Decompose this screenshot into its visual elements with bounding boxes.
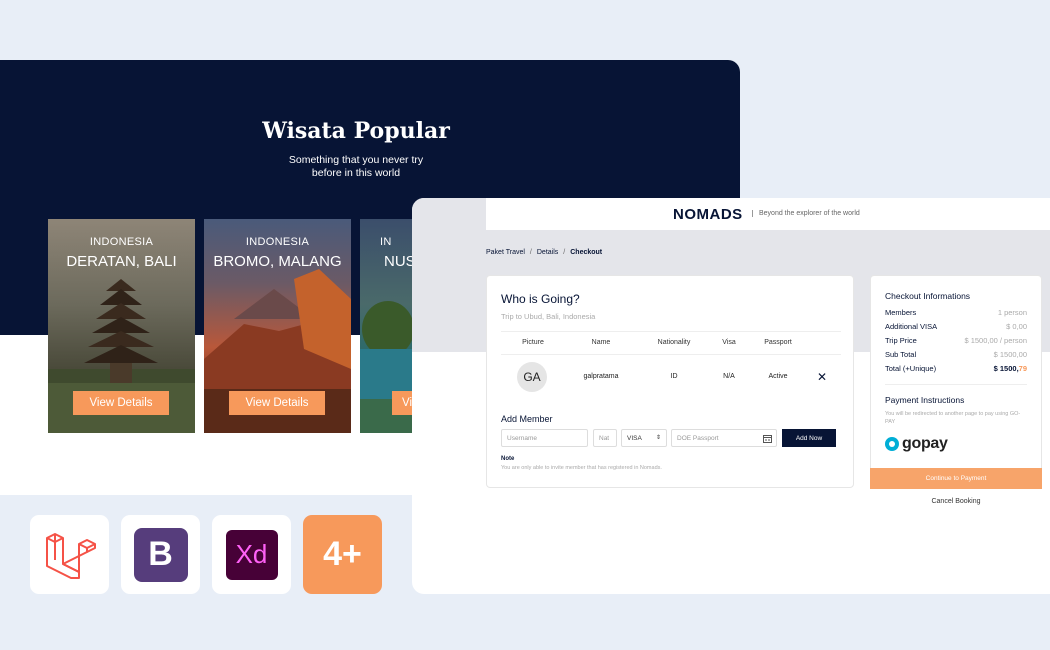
breadcrumb-separator: / [563, 249, 566, 256]
destination-name: BROMO, MALANG [213, 253, 342, 270]
trip-subtitle: Trip to Ubud, Bali, Indonesia [501, 312, 596, 321]
summary-value: 1 person [997, 308, 1027, 317]
summary-label: Additional VISA [885, 322, 938, 331]
continue-to-payment-button[interactable]: Continue to Payment [870, 468, 1042, 489]
divider [501, 354, 841, 355]
total-amount: $ 1500, [993, 364, 1019, 373]
divider [501, 331, 841, 332]
visa-select[interactable]: VISA ⇕ [621, 429, 667, 447]
breadcrumb-item[interactable]: Details [537, 249, 558, 256]
destination-card[interactable]: INDONESIA DERATAN, BALI View Details [48, 219, 195, 433]
add-member-title: Add Member [501, 414, 553, 424]
checkout-page: NOMADS Beyond the explorer of the world … [412, 198, 1050, 594]
destination-name: DERATAN, BALI [66, 253, 177, 270]
column-header: Nationality [657, 339, 691, 346]
gopay-text: gopay [902, 435, 948, 452]
column-header: Visa [722, 339, 736, 346]
hero-subtitle: Something that you never try before in t… [288, 154, 424, 179]
summary-row: Additional VISA $ 0,00 [885, 322, 1027, 331]
nationality-input[interactable]: Nat [593, 429, 617, 447]
member-visa: N/A [723, 373, 735, 380]
destination-card[interactable]: INDONESIA BROMO, MALANG View Details [204, 219, 351, 433]
avatar: GA [517, 362, 547, 392]
gopay-icon [885, 437, 899, 451]
members-card: Who is Going? Trip to Ubud, Bali, Indone… [486, 275, 854, 488]
summary-value: $ 1500,00 / person [964, 336, 1027, 345]
destination-country: INDONESIA [245, 236, 310, 248]
members-title: Who is Going? [501, 292, 580, 306]
laravel-badge [30, 515, 109, 594]
divider [885, 384, 1027, 385]
passport-placeholder: DOE Passport [677, 435, 719, 442]
summary-label: Sub Total [885, 350, 917, 359]
breadcrumb-active: Checkout [570, 249, 603, 256]
note-text: You are only able to invite member that … [501, 465, 662, 471]
laravel-icon [45, 532, 96, 579]
bootstrap-icon: B [133, 527, 188, 582]
visa-select-value: VISA [627, 435, 642, 442]
adobe-xd-badge: Xd [212, 515, 291, 594]
more-count: 4+ [323, 535, 362, 573]
gopay-logo: gopay [885, 435, 948, 453]
member-name: galpratama [583, 373, 619, 380]
total-value: $ 1500,79 [994, 364, 1027, 373]
calendar-icon[interactable] [763, 434, 772, 443]
summary-row: Members 1 person [885, 308, 1027, 317]
summary-row: Sub Total $ 1500,00 [885, 350, 1027, 359]
note-title: Note [501, 456, 515, 462]
summary-title: Checkout Informations [885, 291, 971, 301]
summary-row: Trip Price $ 1500,00 / person [885, 336, 1027, 345]
total-label: Total (+Unique) [885, 364, 937, 373]
nomads-logo[interactable]: NOMADS [673, 206, 743, 223]
username-input[interactable]: Username [501, 429, 588, 447]
destination-card[interactable]: IN NUS Vi [360, 219, 420, 433]
summary-total-row: Total (+Unique) $ 1500,79 [885, 364, 1027, 373]
payment-instructions-title: Payment Instructions [885, 395, 965, 405]
destination-country: INDONESIA [89, 236, 154, 248]
top-navbar: NOMADS Beyond the explorer of the world [486, 198, 1050, 230]
column-header: Name [591, 339, 611, 346]
payment-info: You will be redirected to another page t… [885, 411, 1021, 425]
add-now-button[interactable]: Add Now [782, 429, 836, 447]
total-unique: 79 [1018, 364, 1027, 373]
summary-label: Members [885, 308, 917, 317]
checkout-summary-card: Checkout Informations Members 1 person Ad… [870, 275, 1042, 488]
summary-value: $ 1500,00 [993, 350, 1027, 359]
summary-value: $ 0,00 [1006, 322, 1027, 331]
breadcrumb: Paket Travel / Details / Checkout [486, 249, 602, 256]
summary-label: Trip Price [885, 336, 917, 345]
view-details-button[interactable]: View Details [229, 391, 325, 415]
breadcrumb-item[interactable]: Paket Travel [486, 249, 525, 256]
adobe-xd-icon: Xd [225, 529, 278, 580]
nav-tagline: Beyond the explorer of the world [752, 210, 860, 217]
member-nationality: ID [670, 373, 678, 380]
cancel-booking-link[interactable]: Cancel Booking [870, 498, 1042, 505]
view-details-button[interactable]: View Details [73, 391, 169, 415]
breadcrumb-separator: / [529, 249, 532, 256]
passport-date-input[interactable]: DOE Passport [671, 429, 777, 447]
more-badge: 4+ [303, 515, 382, 594]
column-header: Picture [522, 339, 544, 346]
remove-member-icon[interactable]: ✕ [817, 370, 827, 384]
bootstrap-badge: B [121, 515, 200, 594]
select-arrows-icon: ⇕ [655, 435, 661, 441]
member-passport: Active [768, 373, 788, 380]
hero-title: Wisata Popular [262, 118, 450, 144]
column-header: Passport [764, 339, 792, 346]
